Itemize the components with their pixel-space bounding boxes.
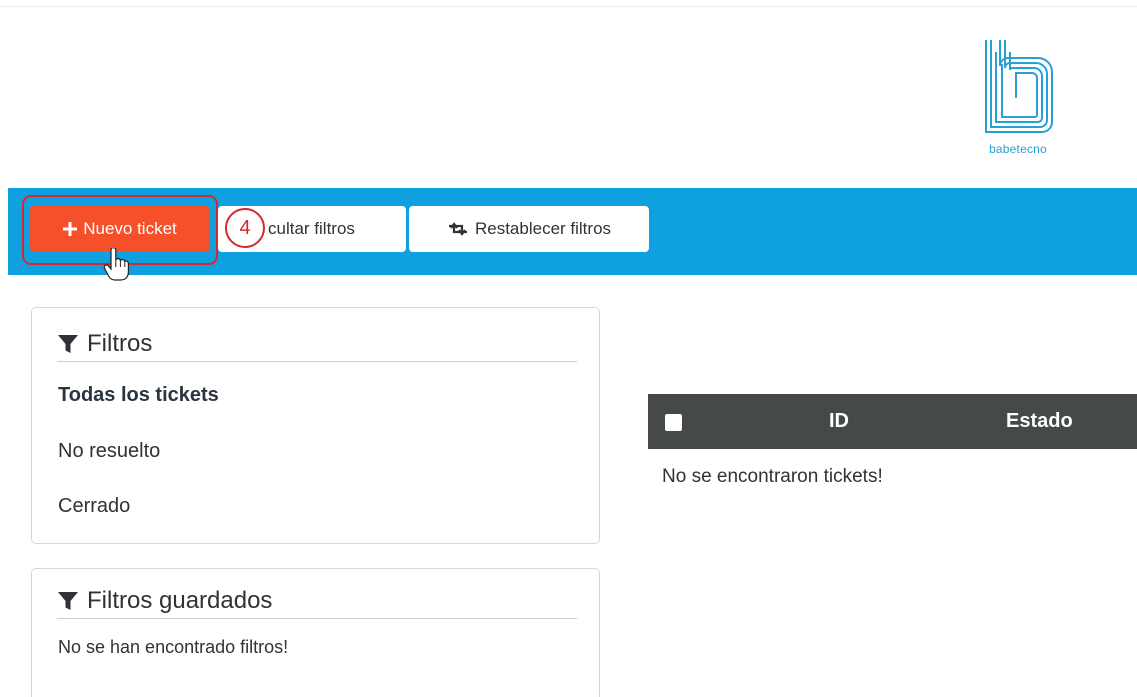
filter-unresolved[interactable]: No resuelto bbox=[58, 440, 160, 463]
saved-filters-panel: Filtros guardados No se han encontrado f… bbox=[31, 568, 600, 697]
retweet-icon bbox=[448, 222, 467, 236]
tickets-empty-message: No se encontraron tickets! bbox=[662, 466, 883, 487]
funnel-icon bbox=[58, 591, 78, 610]
filter-all-tickets[interactable]: Todas los tickets bbox=[58, 384, 219, 407]
logo-text: babetecno bbox=[989, 142, 1047, 156]
funnel-icon bbox=[58, 334, 78, 353]
tickets-table-header: ID Estado bbox=[648, 394, 1137, 449]
top-divider bbox=[0, 6, 1137, 7]
babetecno-logo-icon bbox=[985, 40, 1053, 133]
saved-filters-empty: No se han encontrado filtros! bbox=[58, 637, 289, 657]
hide-filters-label: cultar filtros bbox=[268, 219, 355, 238]
filters-title: Filtros bbox=[87, 329, 153, 357]
filters-header: Filtros bbox=[57, 326, 577, 362]
filter-closed[interactable]: Cerrado bbox=[58, 495, 130, 518]
column-id[interactable]: ID bbox=[829, 410, 849, 433]
reset-filters-button[interactable]: Restablecer filtros bbox=[409, 206, 649, 252]
saved-filters-title: Filtros guardados bbox=[87, 586, 273, 614]
step-marker: 4 bbox=[225, 208, 265, 248]
hand-cursor-icon bbox=[103, 248, 129, 281]
saved-filters-header: Filtros guardados bbox=[57, 583, 577, 619]
reset-filters-label: Restablecer filtros bbox=[474, 219, 612, 238]
column-estado[interactable]: Estado bbox=[1006, 410, 1073, 433]
filters-panel: Filtros Todas los tickets No resuelto Ce… bbox=[31, 307, 600, 544]
babetecno-logo[interactable]: babetecno bbox=[982, 38, 1054, 162]
select-all-checkbox[interactable] bbox=[665, 414, 682, 431]
